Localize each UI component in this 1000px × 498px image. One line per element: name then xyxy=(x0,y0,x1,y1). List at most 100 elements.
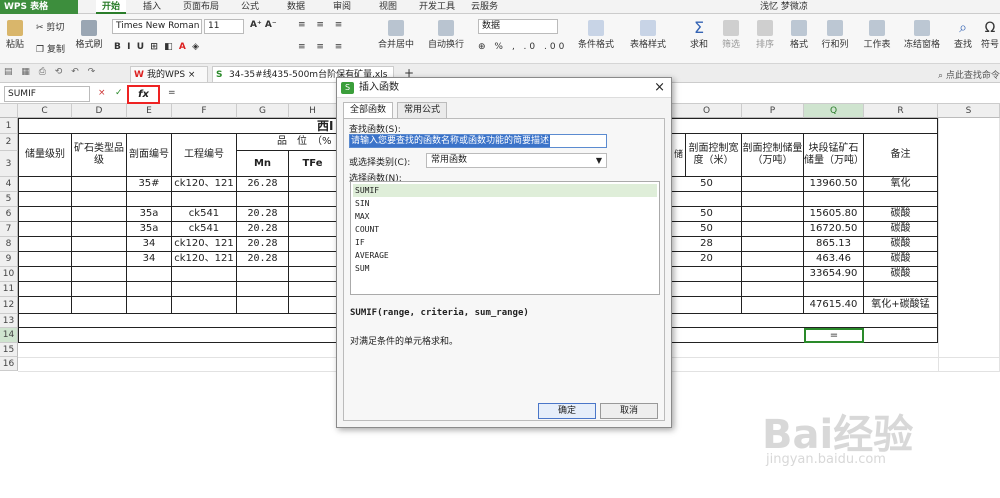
table-cell[interactable]: 33654.90 xyxy=(804,267,864,282)
table-cell[interactable] xyxy=(742,207,804,222)
tab-common-formulas[interactable]: 常用公式 xyxy=(397,102,448,118)
function-search-input[interactable]: 请输入您要查找的函数名称或函数功能的简要描述 xyxy=(349,134,607,148)
select-all-corner[interactable] xyxy=(0,104,18,118)
table-cell[interactable]: 34 xyxy=(127,252,172,267)
sum-button[interactable]: Σ 求和 xyxy=(686,20,712,51)
row-header[interactable]: 1 xyxy=(0,118,18,134)
row-header[interactable]: 6 xyxy=(0,207,18,222)
column-header[interactable]: H xyxy=(289,104,337,118)
align-top-icons[interactable]: ≡ ≡ ≡ xyxy=(298,20,346,30)
font-grow-icon[interactable]: A⁺ A⁻ xyxy=(250,20,277,30)
row-header[interactable]: 14 xyxy=(0,328,18,343)
tab-insert[interactable]: 插入 xyxy=(143,0,161,14)
number-format-select[interactable]: 数据 xyxy=(478,19,558,34)
table-cell[interactable]: 50 xyxy=(672,177,742,192)
table-cell[interactable]: 47615.40 xyxy=(804,297,864,314)
table-cell[interactable]: 35# xyxy=(127,177,172,192)
sort-button[interactable]: 排序 xyxy=(752,20,778,50)
paste-button[interactable]: 粘贴 xyxy=(4,20,26,50)
table-cell[interactable]: 35a xyxy=(127,207,172,222)
table-cell[interactable]: 28 xyxy=(672,237,742,252)
header-tfe[interactable]: TFe xyxy=(289,151,337,177)
table-cell[interactable]: 20.28 xyxy=(237,237,289,252)
function-item[interactable]: MAX xyxy=(353,210,657,223)
formula-input[interactable]: = xyxy=(168,88,176,98)
table-cell[interactable] xyxy=(72,237,127,252)
table-cell[interactable] xyxy=(864,328,938,343)
table-cell[interactable] xyxy=(864,192,938,207)
merge-center-button[interactable]: 合并居中 xyxy=(376,20,416,50)
row-header[interactable]: 16 xyxy=(0,357,18,371)
quick-access-icons[interactable]: ▤ ▦ ⎙ ⟲ ↶ ↷ xyxy=(4,67,98,77)
table-cell[interactable] xyxy=(742,282,804,297)
table-cell[interactable] xyxy=(172,297,237,314)
table-cell[interactable] xyxy=(18,237,72,252)
function-item[interactable]: SUM xyxy=(353,262,657,275)
table-cell[interactable] xyxy=(742,192,804,207)
function-item[interactable]: SUMIF xyxy=(353,184,657,197)
tab-view[interactable]: 视图 xyxy=(379,0,397,14)
table-cell[interactable] xyxy=(742,237,804,252)
table-cell[interactable]: ck541 xyxy=(172,222,237,237)
header-ore-type[interactable]: 矿石类型品级 xyxy=(72,134,127,177)
table-cell[interactable] xyxy=(18,297,72,314)
table-cell[interactable] xyxy=(672,282,742,297)
table-cell[interactable] xyxy=(18,222,72,237)
header-storage-level[interactable]: 储量级别 xyxy=(18,134,72,177)
column-header[interactable]: E xyxy=(127,104,172,118)
table-cell[interactable]: ck120、121 xyxy=(172,237,237,252)
table-cell[interactable] xyxy=(127,192,172,207)
table-cell[interactable] xyxy=(742,267,804,282)
table-cell[interactable]: 865.13 xyxy=(804,237,864,252)
header-grade[interactable]: 品 位 （% xyxy=(237,134,337,151)
row-header[interactable]: 8 xyxy=(0,237,18,252)
table-cell[interactable] xyxy=(742,252,804,267)
table-cell[interactable] xyxy=(72,222,127,237)
tab-all-functions[interactable]: 全部函数 xyxy=(343,102,394,119)
header-project-no[interactable]: 工程编号 xyxy=(172,134,237,177)
function-item[interactable]: SIN xyxy=(353,197,657,210)
table-cell[interactable] xyxy=(804,282,864,297)
table-cell[interactable] xyxy=(18,252,72,267)
tab-page-layout[interactable]: 页面布局 xyxy=(183,0,219,14)
table-cell[interactable]: 碳酸 xyxy=(864,237,938,252)
ok-button[interactable]: 确定 xyxy=(538,403,596,419)
table-cell[interactable]: 35a xyxy=(127,222,172,237)
header-mn[interactable]: Mn xyxy=(237,151,289,177)
table-cell[interactable] xyxy=(72,177,127,192)
row-header[interactable]: 11 xyxy=(0,282,18,297)
table-cell[interactable] xyxy=(72,207,127,222)
table-cell[interactable] xyxy=(237,267,289,282)
table-cell[interactable] xyxy=(289,207,337,222)
table-cell[interactable] xyxy=(18,207,72,222)
table-cell[interactable] xyxy=(742,177,804,192)
table-cell[interactable]: 463.46 xyxy=(804,252,864,267)
doc-tab-mywps[interactable]: W 我的WPS × xyxy=(130,66,208,82)
function-item[interactable]: IF xyxy=(353,236,657,249)
table-cell[interactable] xyxy=(672,297,742,314)
column-header[interactable]: O xyxy=(672,104,742,118)
header-section-reserve[interactable]: 剖面控制储量（万吨） xyxy=(742,134,804,177)
table-cell[interactable] xyxy=(672,192,742,207)
table-cell[interactable]: 碳酸 xyxy=(864,222,938,237)
header-block-reserve[interactable]: 块段锰矿石储量（万吨） xyxy=(804,134,864,177)
conditional-format-button[interactable]: 条件格式 xyxy=(574,20,618,50)
table-cell[interactable]: 50 xyxy=(672,222,742,237)
function-item[interactable]: COUNT xyxy=(353,223,657,236)
font-size-select[interactable]: 11 xyxy=(204,19,244,34)
table-cell[interactable] xyxy=(742,297,804,314)
column-header[interactable]: C xyxy=(18,104,72,118)
wrap-text-button[interactable]: 自动换行 xyxy=(426,20,466,50)
tab-review[interactable]: 审阅 xyxy=(333,0,351,14)
table-cell[interactable] xyxy=(289,237,337,252)
row-header[interactable]: 5 xyxy=(0,192,18,207)
column-header[interactable]: Q xyxy=(804,104,864,118)
format-button[interactable]: 格式 xyxy=(786,20,812,50)
table-cell[interactable] xyxy=(289,192,337,207)
tab-formulas[interactable]: 公式 xyxy=(241,0,259,14)
table-cell[interactable] xyxy=(18,282,72,297)
insert-function-button[interactable]: fx xyxy=(127,85,160,104)
column-header[interactable]: S xyxy=(938,104,1000,118)
table-cell[interactable]: 碳酸 xyxy=(864,207,938,222)
table-cell[interactable]: 15605.80 xyxy=(804,207,864,222)
